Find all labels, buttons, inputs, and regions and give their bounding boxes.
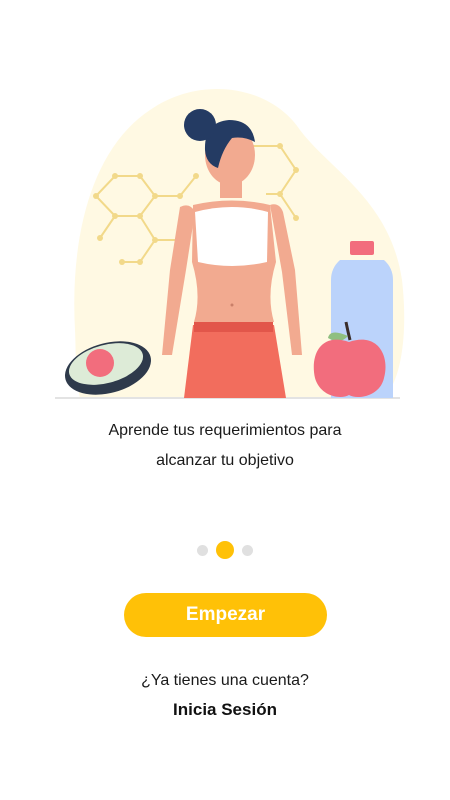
account-question: ¿Ya tienes una cuenta? xyxy=(141,672,309,689)
caption-line-2: alcanzar tu objetivo xyxy=(156,452,294,469)
login-link[interactable]: Inicia Sesión xyxy=(0,700,450,720)
page-dot[interactable] xyxy=(197,544,208,556)
start-button[interactable]: Empezar xyxy=(124,593,327,637)
caption-line-1: Aprende tus requerimientos para xyxy=(108,422,342,439)
onboarding-caption: Aprende tus requerimientos para alcanzar… xyxy=(40,416,410,476)
onboarding-illustration xyxy=(0,0,450,420)
page-dot[interactable] xyxy=(242,544,253,556)
page-indicator xyxy=(0,540,450,560)
page-dot-active[interactable] xyxy=(216,541,234,559)
